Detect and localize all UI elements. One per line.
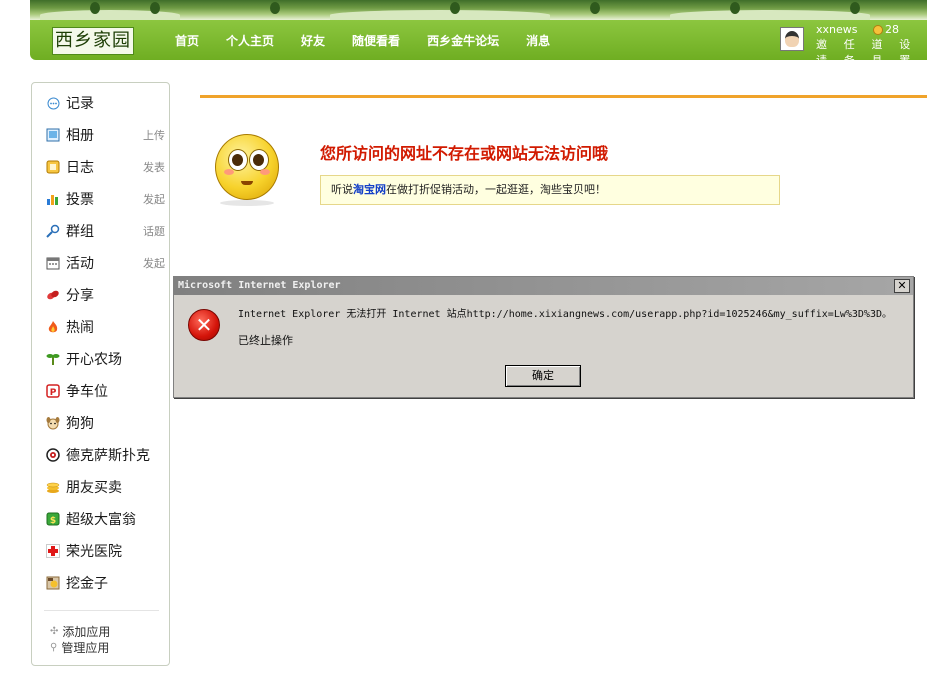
sidebar-item-label: 日志 xyxy=(66,160,94,176)
sidebar-item-label: 活动 xyxy=(66,256,94,272)
dialog-message: Internet Explorer 无法打开 Internet 站点http:/… xyxy=(238,309,892,320)
sidebar-item-label: 朋友买卖 xyxy=(66,480,122,496)
promo-notice: 听说淘宝网在做打折促销活动，一起逛逛，淘些宝贝吧！ xyxy=(320,175,780,205)
sidebar-item-label: 投票 xyxy=(66,192,94,208)
money-icon: $ xyxy=(45,511,61,527)
parking-icon: P xyxy=(45,383,61,399)
manage-app-label: 管理应用 xyxy=(61,641,110,655)
svg-text:P: P xyxy=(50,388,57,398)
sidebar-item-label: 相册 xyxy=(66,128,94,144)
sidebar-item-label: 荣光医院 xyxy=(66,544,122,560)
chat-bubble-icon xyxy=(45,95,61,111)
emoji-shadow xyxy=(220,200,274,206)
sad-face-icon xyxy=(215,134,279,200)
add-app-link[interactable]: ✣ 添加应用 xyxy=(50,623,110,640)
sidebar-item-tycoon[interactable]: $ 超级大富翁 xyxy=(45,509,165,529)
add-app-label: 添加应用 xyxy=(62,625,111,639)
nav-browse[interactable]: 随便看看 xyxy=(352,32,400,49)
sidebar-item-poker[interactable]: 德克萨斯扑克 xyxy=(45,445,165,465)
sidebar-item-album[interactable]: 相册 上传 xyxy=(45,125,165,145)
gold-pan-icon xyxy=(45,575,61,591)
header-banner xyxy=(30,0,927,20)
sidebar-item-label: 狗狗 xyxy=(66,416,94,432)
bar-chart-icon xyxy=(45,191,61,207)
sidebar-divider xyxy=(44,610,159,611)
nav-profile[interactable]: 个人主页 xyxy=(226,32,274,49)
sprout-icon xyxy=(45,351,61,367)
sidebar-item-label: 开心农场 xyxy=(66,352,122,368)
fire-icon xyxy=(45,319,61,335)
sidebar-item-friend-trade[interactable]: 朋友买卖 xyxy=(45,477,165,497)
top-nav-bar: 西乡家园 首页 个人主页 好友 随便看看 西乡金牛论坛 消息 xxnews 28… xyxy=(30,20,927,67)
error-title: 您所访问的网址不存在或网站无法访问哦 xyxy=(320,144,609,163)
dialog-title-bar[interactable]: Microsoft Internet Explorer xyxy=(174,277,913,295)
poker-icon xyxy=(45,447,61,463)
sidebar-item-label: 争车位 xyxy=(66,384,108,400)
dialog-message-aborted: 已终止操作 xyxy=(238,334,293,347)
nav-messages[interactable]: 消息 xyxy=(526,32,550,49)
items-link[interactable]: 道具 xyxy=(872,36,894,68)
sidebar-item-dig-gold[interactable]: 挖金子 xyxy=(45,573,165,593)
sidebar-item-dog[interactable]: 狗狗 xyxy=(45,413,165,433)
sidebar-item-farm[interactable]: 开心农场 xyxy=(45,349,165,369)
sidebar-item-vote[interactable]: 投票 发起 xyxy=(45,189,165,209)
close-icon[interactable]: ✕ xyxy=(894,279,910,293)
dialog-title: Microsoft Internet Explorer xyxy=(178,280,341,291)
nav-forum[interactable]: 西乡金牛论坛 xyxy=(427,32,499,49)
sidebar-item-hospital[interactable]: 荣光医院 xyxy=(45,541,165,561)
coin-count: 28 xyxy=(885,23,899,36)
wrench-icon: ⚲ xyxy=(50,642,58,653)
tasks-link[interactable]: 任务 xyxy=(844,36,866,68)
error-icon: ✕ xyxy=(188,309,220,341)
sidebar-item-hot[interactable]: 热闹 xyxy=(45,317,165,337)
topic-action[interactable]: 话题 xyxy=(143,223,165,239)
nav-links: 首页 个人主页 好友 随便看看 西乡金牛论坛 消息 xyxy=(175,20,577,60)
ie-error-dialog: Microsoft Internet Explorer ✕ ✕ Internet… xyxy=(173,276,914,398)
sidebar-item-label: 分享 xyxy=(66,288,94,304)
start-event-action[interactable]: 发起 xyxy=(143,255,165,271)
nav-friends[interactable]: 好友 xyxy=(301,32,325,49)
site-logo[interactable]: 西乡家园 xyxy=(52,27,134,55)
photo-icon xyxy=(45,127,61,143)
ok-button[interactable]: 确定 xyxy=(505,365,581,387)
content-divider xyxy=(200,95,927,98)
nav-home[interactable]: 首页 xyxy=(175,32,199,49)
sidebar-item-label: 群组 xyxy=(66,224,94,240)
share-icon xyxy=(45,287,61,303)
calendar-icon xyxy=(45,255,61,271)
plus-icon: ✣ xyxy=(50,626,59,637)
sidebar-item-records[interactable]: 记录 xyxy=(45,93,165,113)
sidebar-item-label: 记录 xyxy=(66,96,94,112)
sidebar-item-groups[interactable]: 群组 话题 xyxy=(45,221,165,241)
group-icon xyxy=(45,223,61,239)
red-cross-icon xyxy=(45,543,61,559)
sidebar-item-blog[interactable]: 日志 发表 xyxy=(45,157,165,177)
sidebar-item-label: 超级大富翁 xyxy=(66,512,136,528)
sidebar-item-share[interactable]: 分享 xyxy=(45,285,165,305)
notebook-icon xyxy=(45,159,61,175)
sidebar-item-label: 德克萨斯扑克 xyxy=(66,448,150,464)
taobao-link[interactable]: 淘宝网 xyxy=(353,183,386,196)
sidebar-item-label: 热闹 xyxy=(66,320,94,336)
manage-app-link[interactable]: ⚲ 管理应用 xyxy=(50,639,109,656)
sidebar-item-parking[interactable]: P 争车位 xyxy=(45,381,165,401)
notice-suffix: 在做打折促销活动，一起逛逛，淘些宝贝吧！ xyxy=(386,183,606,196)
settings-link[interactable]: 设置 xyxy=(899,36,921,68)
user-avatar[interactable] xyxy=(780,27,804,51)
app-sidebar: 记录 相册 上传 日志 发表 投票 发起 群组 话题 活动 发起 分享 热闹 开… xyxy=(31,82,170,666)
svg-text:$: $ xyxy=(50,516,56,526)
upload-action[interactable]: 上传 xyxy=(143,127,165,143)
start-vote-action[interactable]: 发起 xyxy=(143,191,165,207)
coins-icon xyxy=(45,479,61,495)
sidebar-item-events[interactable]: 活动 发起 xyxy=(45,253,165,273)
sidebar-item-label: 挖金子 xyxy=(66,576,108,592)
dog-icon xyxy=(45,415,61,431)
user-links: 邀请 任务 道具 设置 xyxy=(816,36,927,68)
post-action[interactable]: 发表 xyxy=(143,159,165,175)
notice-prefix: 听说 xyxy=(331,183,353,196)
invite-link[interactable]: 邀请 xyxy=(816,36,838,68)
coin-icon xyxy=(873,25,883,35)
user-name[interactable]: xxnews xyxy=(816,23,858,36)
